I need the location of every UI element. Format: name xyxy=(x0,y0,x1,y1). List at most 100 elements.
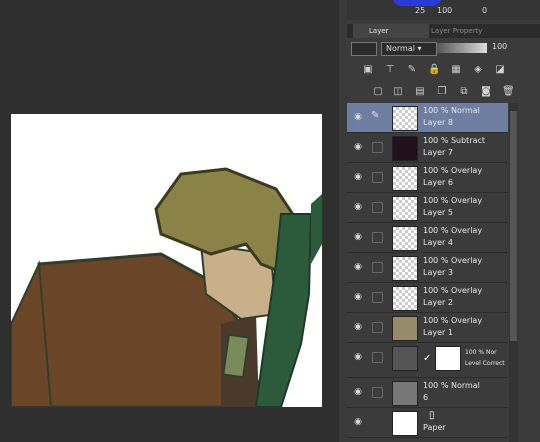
layer-thumbnail xyxy=(392,346,418,371)
mask-enable-icon[interactable]: ◈ xyxy=(472,64,484,76)
layer-thumbnail xyxy=(392,256,418,281)
layer-name[interactable]: Layer 2 xyxy=(423,298,453,307)
eye-icon[interactable]: ◉ xyxy=(353,112,363,122)
layer-blend: 100 % Overlay xyxy=(423,286,483,295)
layer-row[interactable]: ◉ 100 % Overlay Layer 6 xyxy=(347,163,508,193)
layer-thumbnail xyxy=(392,166,418,191)
layer-thumbnail xyxy=(392,136,418,161)
layer-checkbox[interactable] xyxy=(372,322,383,333)
mask-icon[interactable]: ◙ xyxy=(480,86,492,98)
layer-row[interactable]: ◉ 100 % Subtract Layer 7 xyxy=(347,133,508,163)
panel-tabs: Layer Layer Property xyxy=(347,24,540,38)
eye-icon[interactable]: ◉ xyxy=(353,232,363,242)
new-vector-icon[interactable]: ◫ xyxy=(392,86,404,98)
layer-checkbox[interactable] xyxy=(372,202,383,213)
layer-checkbox[interactable] xyxy=(372,262,383,273)
color-wheel-fragment[interactable] xyxy=(392,0,442,6)
eye-icon[interactable]: ◉ xyxy=(353,417,363,427)
layer-blend: 100 % Normal xyxy=(423,106,480,115)
layer-row[interactable]: ◉ ✓ 100 % Nor Level Correct xyxy=(347,343,508,378)
layer-scrollbar[interactable] xyxy=(509,103,518,442)
tab-layer-property[interactable]: Layer Property xyxy=(415,24,501,38)
eye-icon[interactable]: ◉ xyxy=(353,172,363,182)
opacity-slider[interactable] xyxy=(437,43,487,53)
layer-blend: 100 % Overlay xyxy=(423,166,483,175)
layer-name[interactable]: Paper xyxy=(423,423,446,432)
tab-layer-property-label: Layer Property xyxy=(431,27,483,35)
layer-row[interactable]: ◉ 100 % Normal 6 xyxy=(347,378,508,408)
merge-icon[interactable]: ⧉ xyxy=(458,86,470,98)
draft-icon[interactable]: ✎ xyxy=(406,64,418,76)
lock-transparent-icon[interactable]: ▦ xyxy=(450,64,462,76)
layer-thumbnail xyxy=(392,106,418,131)
layer-name[interactable]: Layer 6 xyxy=(423,178,453,187)
layer-blend: 100 % Overlay xyxy=(423,226,483,235)
panel-splitter[interactable] xyxy=(339,0,347,442)
mask-thumbnail xyxy=(435,346,461,371)
layer-checkbox[interactable] xyxy=(372,292,383,303)
new-raster-icon[interactable]: ▢ xyxy=(372,86,384,98)
layer-checkbox[interactable] xyxy=(372,387,383,398)
clip-icon[interactable]: ▣ xyxy=(362,64,374,76)
layer-blend: 100 % Overlay xyxy=(423,316,483,325)
layer-panel: 25 100 0 Layer Layer Property Normal ▾ 1… xyxy=(347,0,540,442)
blend-mode-select[interactable]: Normal ▾ xyxy=(381,42,437,56)
ruler-icon[interactable]: ◪ xyxy=(494,64,506,76)
check-mark-icon: ✓ xyxy=(423,353,432,364)
layer-checkbox[interactable] xyxy=(372,142,383,153)
zoom-value: 25 xyxy=(415,6,426,15)
eye-icon[interactable]: ◉ xyxy=(353,387,363,397)
eye-icon[interactable]: ◉ xyxy=(353,352,363,362)
layer-blend: 100 % Subtract xyxy=(423,136,486,145)
eye-icon[interactable]: ◉ xyxy=(353,142,363,152)
layer-toolbar-2: ▢ ◫ ▤ ❐ ⧉ ◙ 🗑 xyxy=(347,84,540,100)
layer-name[interactable]: Layer 1 xyxy=(423,328,453,337)
layer-thumbnail xyxy=(392,196,418,221)
layer-checkbox[interactable] xyxy=(372,172,383,183)
layer-blend: 100 % Overlay xyxy=(423,256,483,265)
layer-name[interactable]: Layer 5 xyxy=(423,208,453,217)
layer-name[interactable]: Layer 7 xyxy=(423,148,453,157)
eye-icon[interactable]: ◉ xyxy=(353,292,363,302)
artboard[interactable] xyxy=(11,114,322,407)
layer-name[interactable]: 6 xyxy=(423,393,428,402)
canvas-area[interactable] xyxy=(0,0,339,442)
tab-layer-label: Layer xyxy=(369,27,389,35)
reference-icon[interactable]: ⊤ xyxy=(384,64,396,76)
folder-icon[interactable]: ▤ xyxy=(414,86,426,98)
layer-toolbar-1: ▣ ⊤ ✎ 🔒 ▦ ◈ ◪ xyxy=(347,62,540,78)
layer-checkbox[interactable] xyxy=(372,232,383,243)
layer-thumbnail xyxy=(392,411,418,436)
layer-row[interactable]: ◉ 100 % Overlay Layer 5 xyxy=(347,193,508,223)
color-mode-button[interactable] xyxy=(351,42,377,56)
pencil-icon: ✎ xyxy=(371,110,380,121)
layer-row[interactable]: ◉ 100 % Overlay Layer 4 xyxy=(347,223,508,253)
copy-layer-icon[interactable]: ❐ xyxy=(436,86,448,98)
layer-row[interactable]: ◉ 100 % Overlay Layer 3 xyxy=(347,253,508,283)
scrollbar-thumb[interactable] xyxy=(510,111,517,341)
layer-blend: 100 % Nor xyxy=(465,349,497,356)
layer-row[interactable]: ◉ ▯ Paper xyxy=(347,408,508,438)
layer-row[interactable]: ◉ 100 % Overlay Layer 2 xyxy=(347,283,508,313)
layer-thumbnail xyxy=(392,286,418,311)
layer-name[interactable]: Layer 8 xyxy=(423,118,453,127)
blend-row: Normal ▾ 100 xyxy=(347,40,540,56)
layer-thumbnail xyxy=(392,316,418,341)
layer-thumbnail xyxy=(392,381,418,406)
eye-icon[interactable]: ◉ xyxy=(353,322,363,332)
layer-name[interactable]: Level Correct xyxy=(465,360,505,367)
opacity-value[interactable]: 100 xyxy=(492,42,507,51)
lock-icon[interactable]: 🔒 xyxy=(428,64,440,76)
layer-blend: 100 % Overlay xyxy=(423,196,483,205)
artwork-illustration xyxy=(11,114,322,407)
layer-name[interactable]: Layer 3 xyxy=(423,268,453,277)
layer-row[interactable]: ◉ ✎ 100 % Normal Layer 8 xyxy=(347,103,508,133)
layer-checkbox[interactable] xyxy=(372,352,383,363)
layer-name[interactable]: Layer 4 xyxy=(423,238,453,247)
eye-icon[interactable]: ◉ xyxy=(353,202,363,212)
value-2: 100 xyxy=(437,6,453,15)
layer-row[interactable]: ◉ 100 % Overlay Layer 1 xyxy=(347,313,508,343)
eye-icon[interactable]: ◉ xyxy=(353,262,363,272)
trash-icon[interactable]: 🗑 xyxy=(502,86,515,98)
top-status-strip: 25 100 0 xyxy=(347,0,540,20)
